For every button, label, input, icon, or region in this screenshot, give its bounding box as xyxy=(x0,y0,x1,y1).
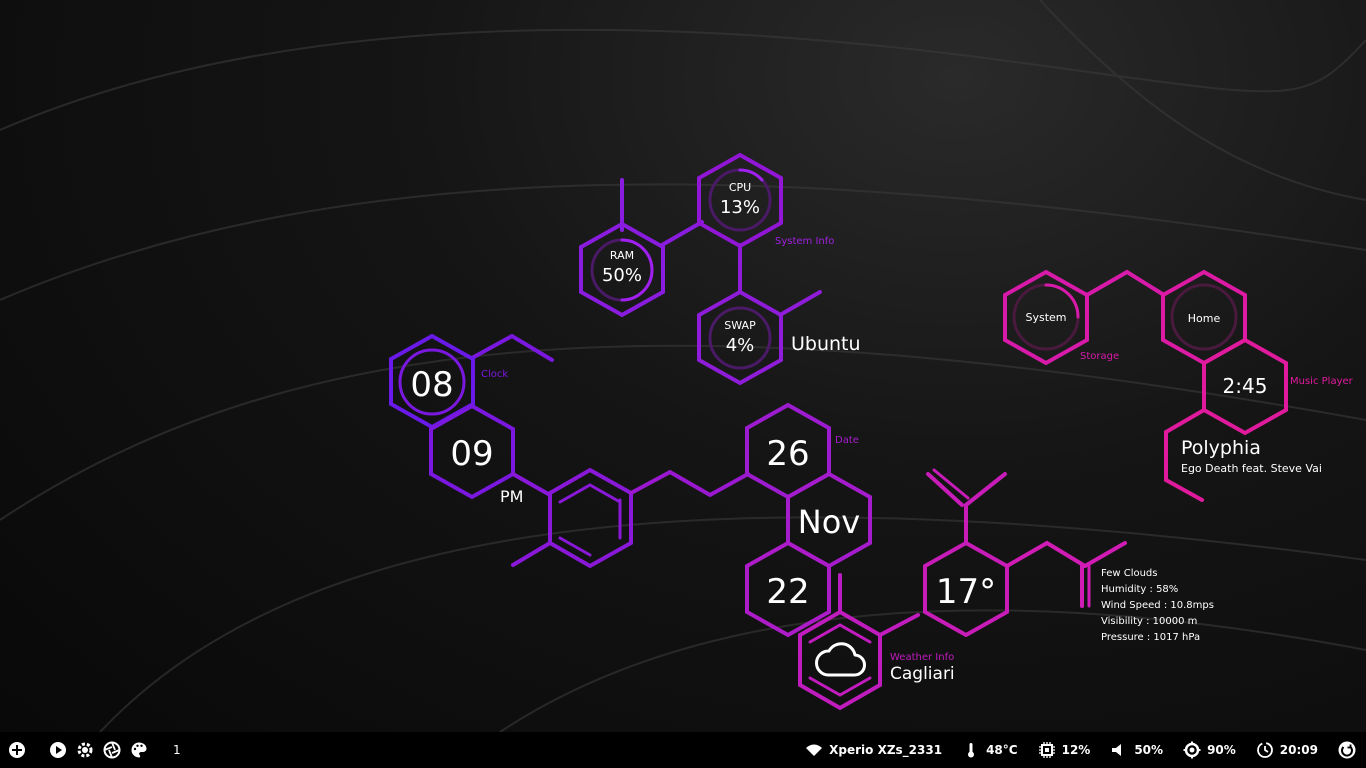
weather-temp: 17° xyxy=(936,572,996,612)
music-artist: Polyphia xyxy=(1181,437,1261,459)
volume-status[interactable]: 50% xyxy=(1110,741,1163,759)
date-label: Date xyxy=(835,435,859,446)
thermometer-icon xyxy=(962,741,980,759)
weather-label: Weather Info xyxy=(890,652,954,663)
storage-home-label: Home xyxy=(1188,312,1221,325)
cloud-icon xyxy=(815,642,866,677)
clock-ampm: PM xyxy=(500,487,523,506)
clock-minute: 09 xyxy=(450,434,493,474)
music-track: Ego Death feat. Steve Vai xyxy=(1181,462,1322,475)
play-icon[interactable] xyxy=(49,741,67,759)
time-value: 20:09 xyxy=(1279,743,1318,757)
cpu-chip-icon xyxy=(1038,741,1056,759)
aperture-icon[interactable] xyxy=(103,741,121,759)
weather-detail: Wind Speed : 10.8mps xyxy=(1101,600,1214,611)
weather-detail: Visibility : 10000 m xyxy=(1101,616,1197,627)
ram-label: RAM xyxy=(610,249,634,262)
volume-value: 50% xyxy=(1134,743,1164,757)
weather-detail: Pressure : 1017 hPa xyxy=(1101,632,1200,643)
weather-detail: Few Clouds xyxy=(1101,568,1158,579)
music-label: Music Player xyxy=(1290,376,1354,387)
wifi-status[interactable]: Xperio XZs_2331 xyxy=(805,741,942,759)
storage-label: Storage xyxy=(1080,351,1119,362)
music-time: 2:45 xyxy=(1223,374,1268,398)
desktop-background: CPU 13% System Info RAM 50% SWAP 4% Ubun… xyxy=(0,0,1366,733)
clock-label: Clock xyxy=(481,369,508,380)
power-icon[interactable] xyxy=(1338,741,1356,759)
ram-value: 50% xyxy=(602,265,642,286)
cpu-value: 13% xyxy=(720,197,760,218)
workspace-indicator[interactable]: 1 xyxy=(173,743,181,757)
clock-icon xyxy=(1256,741,1274,759)
clock-hour: 08 xyxy=(410,365,453,405)
cpu-usage-value: 12% xyxy=(1061,743,1091,757)
volume-icon xyxy=(1110,741,1128,759)
weather-detail: Humidity : 58% xyxy=(1101,584,1178,595)
add-icon[interactable] xyxy=(8,741,26,759)
storage-system-label: System xyxy=(1025,311,1066,324)
brightness-status[interactable]: 90% xyxy=(1183,741,1236,759)
temperature-status[interactable]: 48°C xyxy=(962,741,1018,759)
brightness-icon xyxy=(1183,741,1201,759)
conky-widgets: CPU 13% System Info RAM 50% SWAP 4% Ubun… xyxy=(0,0,1366,733)
brightness-value: 90% xyxy=(1207,743,1236,757)
date-day: 26 xyxy=(766,434,809,474)
temperature-value: 48°C xyxy=(986,743,1018,757)
weather-city: Cagliari xyxy=(890,664,955,684)
wifi-icon xyxy=(805,741,823,759)
date-year: 22 xyxy=(766,572,809,612)
settings-icon[interactable] xyxy=(76,741,94,759)
taskbar: 1 Xperio XZs_2331 48°C 12% 50% 90% 20:09 xyxy=(0,732,1366,768)
cpu-status[interactable]: 12% xyxy=(1038,741,1091,759)
date-month: Nov xyxy=(798,503,860,541)
swap-label: SWAP xyxy=(724,319,756,332)
wifi-ssid: Xperio XZs_2331 xyxy=(829,743,943,757)
system-info-label: System Info xyxy=(775,236,834,247)
palette-icon[interactable] xyxy=(130,741,148,759)
os-name: Ubuntu xyxy=(791,333,861,355)
cpu-label: CPU xyxy=(729,181,751,194)
clock-status[interactable]: 20:09 xyxy=(1256,741,1318,759)
swap-value: 4% xyxy=(726,335,755,356)
